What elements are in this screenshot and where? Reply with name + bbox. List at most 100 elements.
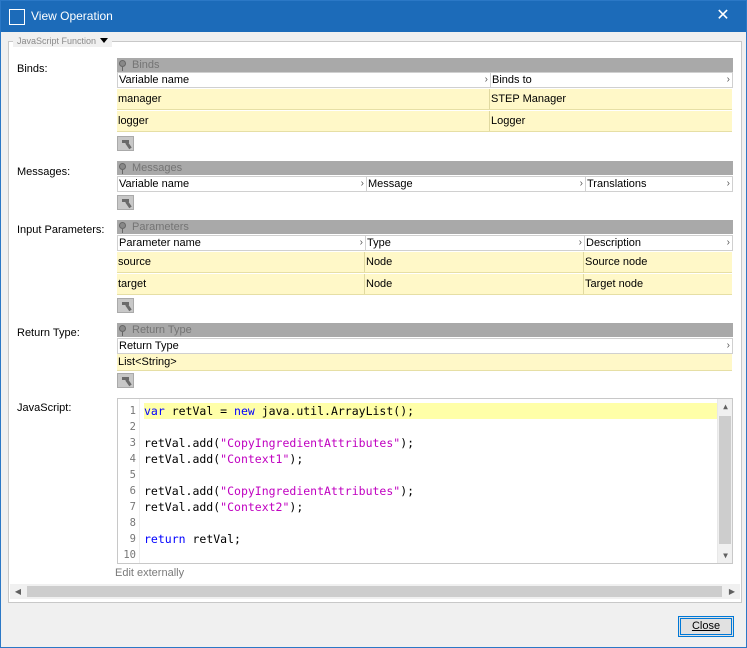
messages-label: Messages:	[17, 166, 71, 178]
code-token: );	[400, 436, 415, 450]
line-number: 5	[129, 469, 136, 481]
cell-variable-name[interactable]: logger	[117, 111, 490, 131]
cell-parameter-name[interactable]: target	[117, 274, 365, 294]
column-header-type[interactable]: Type ›	[366, 236, 585, 250]
table-row[interactable]: manager STEP Manager	[117, 89, 732, 110]
code-token: );	[400, 484, 415, 498]
return-type-group-title: Return Type	[132, 324, 192, 336]
messages-group-title: Messages	[132, 162, 183, 174]
code-line[interactable]: retVal.add("CopyIngredientAttributes");	[144, 483, 718, 499]
column-header-label: Variable name	[119, 178, 190, 190]
code-line[interactable]	[144, 515, 718, 531]
code-token: java.util.ArrayList();	[261, 404, 415, 418]
chevron-right-icon: ›	[726, 74, 730, 85]
column-header-label: Message	[368, 178, 413, 190]
javascript-label: JavaScript:	[17, 402, 72, 414]
edit-externally-link[interactable]: Edit externally	[115, 567, 184, 579]
code-token: "Context2"	[220, 500, 290, 514]
scroll-right-icon[interactable]: ▶	[724, 584, 740, 599]
code-line[interactable]: retVal.add("CopyIngredientAttributes");	[144, 435, 718, 451]
pin-icon[interactable]	[119, 325, 126, 336]
vertical-scrollbar[interactable]: ▲ ▼	[717, 399, 732, 563]
column-header-label: Translations	[587, 178, 647, 190]
wrench-icon[interactable]	[117, 136, 134, 151]
code-token: retVal.add(	[144, 484, 221, 498]
line-number: 9	[129, 533, 136, 545]
window-title: View Operation	[31, 9, 113, 23]
cell-binds-to[interactable]: STEP Manager	[490, 89, 732, 109]
code-line[interactable]: return retVal;	[144, 531, 718, 547]
input-parameters-label: Input Parameters:	[17, 224, 105, 236]
return-type-label: Return Type:	[17, 327, 80, 339]
table-row[interactable]: List<String>	[117, 354, 732, 371]
horizontal-scrollbar[interactable]: ◀ ▶	[10, 584, 740, 599]
binds-group-title: Binds	[132, 59, 160, 71]
wrench-icon[interactable]	[117, 195, 134, 210]
code-token: "Context1"	[220, 452, 290, 466]
cell-variable-name[interactable]: manager	[117, 89, 490, 109]
column-header-message[interactable]: Message ›	[367, 177, 586, 191]
code-token: );	[289, 500, 304, 514]
code-editor[interactable]: 1 2 3 4 5 6 7 8 9 10 var retVal = new java.util.A…	[117, 398, 733, 564]
return-type-column-header: Return Type ›	[117, 338, 733, 354]
pin-icon[interactable]	[119, 163, 126, 174]
column-header-parameter-name[interactable]: Parameter name ›	[118, 236, 366, 250]
cell-type[interactable]: Node	[365, 252, 584, 272]
column-header-description[interactable]: Description ›	[585, 236, 732, 250]
chevron-right-icon: ›	[726, 237, 730, 248]
column-header-return-type[interactable]: Return Type ›	[118, 339, 732, 353]
cell-binds-to[interactable]: Logger	[490, 111, 732, 131]
chevron-right-icon: ›	[484, 74, 488, 85]
scroll-up-icon[interactable]: ▲	[718, 399, 733, 414]
code-line[interactable]: var retVal = new java.util.ArrayList();	[144, 403, 718, 419]
table-row[interactable]: target Node Target node	[117, 274, 732, 295]
panel-legend[interactable]: JavaScript Function	[13, 35, 113, 47]
line-number: 10	[123, 549, 136, 561]
window-close-button[interactable]: ✕	[700, 1, 746, 32]
column-header-label: Description	[586, 237, 642, 249]
column-header-variable-name[interactable]: Variable name ›	[118, 177, 367, 191]
chevron-right-icon: ›	[726, 178, 730, 189]
cell-description[interactable]: Target node	[584, 274, 732, 294]
line-number: 4	[129, 453, 136, 465]
cell-description[interactable]: Source node	[584, 252, 732, 272]
code-token: retVal;	[192, 532, 241, 546]
parameters-group-header: Parameters	[117, 220, 733, 234]
code-line[interactable]	[144, 547, 718, 563]
dialog-window: View Operation ✕ JavaScript Function Bin…	[0, 0, 747, 648]
messages-group-header: Messages	[117, 161, 733, 175]
pin-icon[interactable]	[119, 222, 126, 233]
code-token: );	[289, 452, 304, 466]
pin-icon[interactable]	[119, 60, 126, 71]
table-row[interactable]: logger Logger	[117, 111, 732, 132]
code-line[interactable]: retVal.add("Context2");	[144, 499, 718, 515]
code-line[interactable]	[144, 419, 718, 435]
column-header-binds-to[interactable]: Binds to ›	[491, 73, 732, 87]
table-row[interactable]: source Node Source node	[117, 252, 732, 273]
column-header-translations[interactable]: Translations ›	[586, 177, 732, 191]
cell-parameter-name[interactable]: source	[117, 252, 365, 272]
line-number: 1	[129, 405, 136, 417]
panel-legend-label: JavaScript Function	[17, 36, 97, 46]
title-bar[interactable]: View Operation ✕	[1, 1, 746, 32]
code-token: "CopyIngredientAttributes"	[220, 436, 401, 450]
scrollbar-thumb[interactable]	[719, 416, 731, 544]
cell-return-type[interactable]: List<String>	[117, 354, 731, 370]
cell-type[interactable]: Node	[365, 274, 584, 294]
scrollbar-thumb[interactable]	[27, 586, 722, 597]
binds-column-header: Variable name › Binds to ›	[117, 72, 733, 88]
scroll-left-icon[interactable]: ◀	[10, 584, 26, 599]
close-button[interactable]: Close	[678, 616, 734, 637]
code-token: "CopyIngredientAttributes"	[220, 484, 401, 498]
wrench-icon[interactable]	[117, 298, 134, 313]
column-header-variable-name[interactable]: Variable name ›	[118, 73, 491, 87]
wrench-icon[interactable]	[117, 373, 134, 388]
line-number: 2	[129, 421, 136, 433]
scroll-down-icon[interactable]: ▼	[718, 548, 733, 563]
column-header-label: Variable name	[119, 74, 190, 86]
return-type-group-header: Return Type	[117, 323, 733, 337]
dropdown-arrow-icon[interactable]	[100, 38, 109, 43]
code-line[interactable]: retVal.add("Context1");	[144, 451, 718, 467]
code-token: var	[144, 404, 172, 418]
code-line[interactable]	[144, 467, 718, 483]
